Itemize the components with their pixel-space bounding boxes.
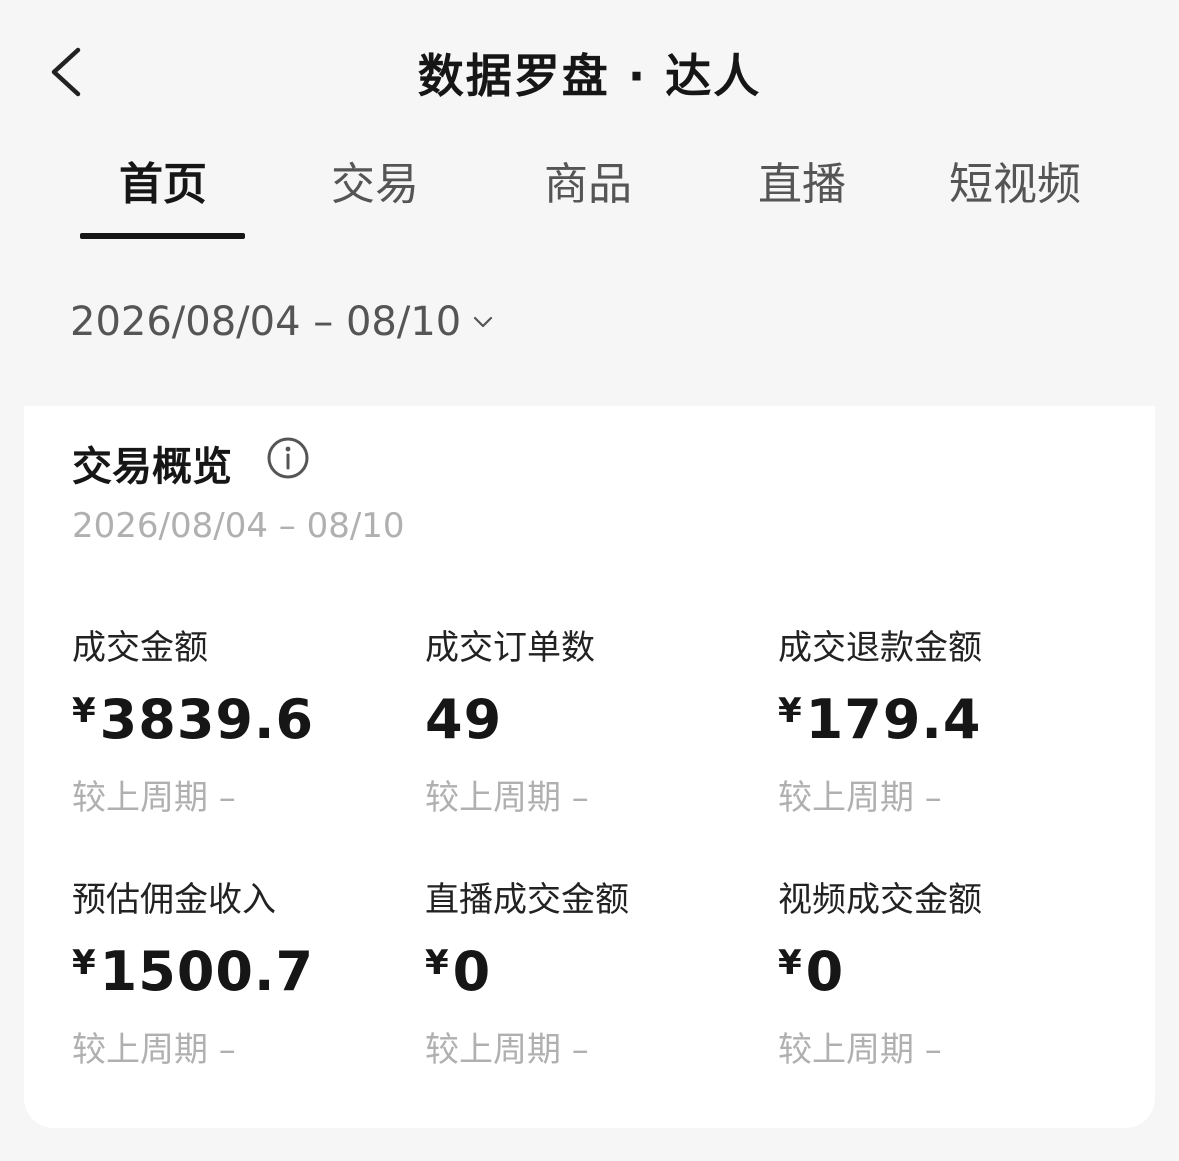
metric-refund-amount[interactable]: 成交退款金额 ¥ 179.4 较上周期 – bbox=[778, 626, 1118, 819]
tab-home[interactable]: 首页 bbox=[78, 148, 248, 212]
metric-amount: 3839.6 bbox=[99, 688, 315, 751]
header: 数据罗盘 · 达人 bbox=[0, 0, 1179, 140]
metric-value: ¥ 3839.6 bbox=[72, 692, 412, 748]
currency-symbol: ¥ bbox=[778, 691, 802, 731]
card-title: 交易概览 bbox=[72, 444, 232, 490]
date-range-text: 2026/08/04 – 08/10 bbox=[70, 299, 462, 345]
metric-label: 成交订单数 bbox=[425, 628, 595, 668]
metric-compare: 较上周期 – bbox=[72, 1030, 236, 1070]
metric-compare: 较上周期 – bbox=[425, 778, 589, 818]
metric-amount: 0 bbox=[452, 940, 492, 1003]
chevron-down-icon bbox=[474, 316, 493, 328]
metric-compare: 较上周期 – bbox=[425, 1030, 589, 1070]
tab-live[interactable]: 直播 bbox=[717, 148, 887, 212]
metric-amount: 179.4 bbox=[805, 688, 982, 751]
metric-amount: 1500.7 bbox=[99, 940, 315, 1003]
currency-symbol: ¥ bbox=[72, 691, 96, 731]
currency-symbol: ¥ bbox=[425, 943, 449, 983]
tab-trade[interactable]: 交易 bbox=[290, 148, 460, 212]
metric-order-count[interactable]: 成交订单数 49 较上周期 – bbox=[425, 626, 765, 819]
metric-live-gmv[interactable]: 直播成交金额 ¥ 0 较上周期 – bbox=[425, 878, 765, 1071]
app-screen: 数据罗盘 · 达人 首页 交易 商品 直播 短视频 2026/08/04 – 0… bbox=[0, 0, 1179, 1161]
metric-value: ¥ 0 bbox=[425, 944, 765, 1000]
metric-gmv[interactable]: 成交金额 ¥ 3839.6 较上周期 – bbox=[72, 626, 412, 819]
metric-label: 视频成交金额 bbox=[778, 880, 982, 920]
page-title: 数据罗盘 · 达人 bbox=[417, 49, 762, 103]
metric-estimated-commission[interactable]: 预估佣金收入 ¥ 1500.7 较上周期 – bbox=[72, 878, 412, 1071]
currency-symbol: ¥ bbox=[72, 943, 96, 983]
metric-label: 成交退款金额 bbox=[778, 628, 982, 668]
metric-compare: 较上周期 – bbox=[778, 1030, 942, 1070]
tab-products[interactable]: 商品 bbox=[503, 148, 673, 212]
card-date-range: 2026/08/04 – 08/10 bbox=[72, 506, 405, 546]
tab-short-video[interactable]: 短视频 bbox=[930, 148, 1100, 212]
metric-label: 成交金额 bbox=[72, 628, 208, 668]
tab-bar: 首页 交易 商品 直播 短视频 bbox=[0, 140, 1179, 240]
metric-label: 直播成交金额 bbox=[425, 880, 629, 920]
metric-value: ¥ 1500.7 bbox=[72, 944, 412, 1000]
metric-value: ¥ 179.4 bbox=[778, 692, 1118, 748]
metric-value: ¥ 0 bbox=[778, 944, 1118, 1000]
metric-amount: 49 bbox=[425, 688, 503, 751]
active-tab-indicator bbox=[80, 233, 245, 239]
metric-compare: 较上周期 – bbox=[72, 778, 236, 818]
metric-label: 预估佣金收入 bbox=[72, 880, 276, 920]
info-icon[interactable] bbox=[266, 436, 310, 480]
metric-video-gmv[interactable]: 视频成交金额 ¥ 0 较上周期 – bbox=[778, 878, 1118, 1071]
metric-compare: 较上周期 – bbox=[778, 778, 942, 818]
currency-symbol: ¥ bbox=[778, 943, 802, 983]
metric-value: 49 bbox=[425, 692, 765, 748]
trade-overview-card: 交易概览 2026/08/04 – 08/10 成交金额 ¥ 3839.6 较上… bbox=[24, 406, 1155, 1128]
metric-amount: 0 bbox=[805, 940, 845, 1003]
date-range-picker[interactable]: 2026/08/04 – 08/10 bbox=[70, 294, 495, 350]
